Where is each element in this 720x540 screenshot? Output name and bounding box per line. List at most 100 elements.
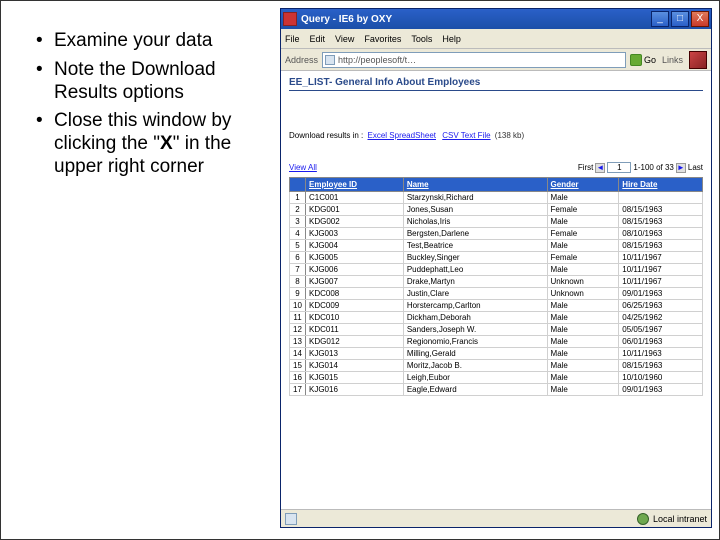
address-bar: Address http://peoplesoft/t… Go Links — [281, 49, 711, 71]
pager-last-label: Last — [688, 163, 703, 172]
cell-name: Regionomio,Francis — [403, 336, 547, 348]
pager-next-button[interactable]: ► — [676, 163, 686, 173]
cell-name: Starzynski,Richard — [403, 192, 547, 204]
col-employee-id[interactable]: Employee ID — [306, 178, 404, 192]
browser-window: Query - IE6 by OXY _ □ X File Edit View … — [280, 8, 712, 528]
cell-gender: Female — [547, 252, 619, 264]
cell-rownum: 3 — [290, 216, 306, 228]
cell-employee-id: KJG003 — [306, 228, 404, 240]
menu-file[interactable]: File — [285, 34, 300, 44]
pager-row: View All First ◄ 1 1-100 of 33 ► Last — [289, 162, 703, 173]
cell-rownum: 8 — [290, 276, 306, 288]
table-row: 4KJG003Bergsten,DarleneFemale08/10/1963 — [290, 228, 703, 240]
cell-hire-date: 08/15/1963 — [619, 204, 703, 216]
cell-gender: Unknown — [547, 288, 619, 300]
menubar: File Edit View Favorites Tools Help — [281, 29, 711, 49]
window-buttons: _ □ X — [651, 11, 709, 27]
table-row: 17KJG016Eagle,EdwardMale09/01/1963 — [290, 384, 703, 396]
table-row: 3KDG002Nicholas,IrisMale08/15/1963 — [290, 216, 703, 228]
cell-gender: Unknown — [547, 276, 619, 288]
cell-employee-id: KJG007 — [306, 276, 404, 288]
menu-tools[interactable]: Tools — [411, 34, 432, 44]
cell-rownum: 15 — [290, 360, 306, 372]
maximize-button[interactable]: □ — [671, 11, 689, 27]
cell-employee-id: KDC011 — [306, 324, 404, 336]
menu-help[interactable]: Help — [442, 34, 461, 44]
table-row: 1C1C001Starzynski,RichardMale — [290, 192, 703, 204]
table-row: 14KJG013Milling,GeraldMale10/11/1963 — [290, 348, 703, 360]
content-pane: EE_LIST- General Info About Employees Do… — [281, 71, 711, 509]
table-row: 2KDG001Jones,SusanFemale08/15/1963 — [290, 204, 703, 216]
cell-rownum: 7 — [290, 264, 306, 276]
download-link-excel[interactable]: Excel SpreadSheet — [368, 131, 437, 140]
cell-name: Puddephatt,Leo — [403, 264, 547, 276]
cell-gender: Male — [547, 324, 619, 336]
cell-gender: Female — [547, 204, 619, 216]
cell-employee-id: KDG001 — [306, 204, 404, 216]
pager-page-input[interactable]: 1 — [607, 162, 631, 173]
cell-hire-date: 08/15/1963 — [619, 240, 703, 252]
cell-employee-id: KJG006 — [306, 264, 404, 276]
cell-employee-id: KJG013 — [306, 348, 404, 360]
address-input[interactable]: http://peoplesoft/t… — [322, 52, 626, 68]
download-link-csv[interactable]: CSV Text File — [442, 131, 490, 140]
cell-hire-date: 10/11/1967 — [619, 276, 703, 288]
cell-gender: Male — [547, 336, 619, 348]
table-row: 11KDC010Dickham,DeborahMale04/25/1962 — [290, 312, 703, 324]
pager-prev-button[interactable]: ◄ — [595, 163, 605, 173]
cell-hire-date: 10/11/1967 — [619, 252, 703, 264]
table-row: 10KDC009Horstercamp,CarltonMale06/25/196… — [290, 300, 703, 312]
cell-rownum: 6 — [290, 252, 306, 264]
cell-gender: Male — [547, 240, 619, 252]
titlebar: Query - IE6 by OXY _ □ X — [281, 9, 711, 29]
instruction-item: Examine your data — [36, 30, 266, 53]
col-name[interactable]: Name — [403, 178, 547, 192]
cell-employee-id: KJG005 — [306, 252, 404, 264]
col-rownum — [290, 178, 306, 192]
cell-employee-id: KDC009 — [306, 300, 404, 312]
close-button[interactable]: X — [691, 11, 709, 27]
page-heading: EE_LIST- General Info About Employees — [289, 77, 703, 91]
cell-hire-date: 10/11/1963 — [619, 348, 703, 360]
cell-gender: Male — [547, 384, 619, 396]
table-row: 12KDC011Sanders,Joseph W.Male05/05/1967 — [290, 324, 703, 336]
table-row: 15KJG014Moritz,Jacob B.Male08/15/1963 — [290, 360, 703, 372]
cell-name: Drake,Martyn — [403, 276, 547, 288]
minimize-button[interactable]: _ — [651, 11, 669, 27]
cell-name: Milling,Gerald — [403, 348, 547, 360]
menu-view[interactable]: View — [335, 34, 354, 44]
cell-gender: Male — [547, 192, 619, 204]
cell-rownum: 13 — [290, 336, 306, 348]
menu-favorites[interactable]: Favorites — [364, 34, 401, 44]
go-button[interactable]: Go — [630, 54, 656, 66]
app-icon — [283, 12, 297, 26]
address-url: http://peoplesoft/t… — [338, 55, 416, 65]
status-zone: Local intranet — [653, 514, 707, 524]
view-all-link[interactable]: View All — [289, 163, 317, 172]
cell-rownum: 2 — [290, 204, 306, 216]
results-table: Employee ID Name Gender Hire Date 1C1C00… — [289, 177, 703, 396]
table-row: 13KDG012Regionomio,FrancisMale06/01/1963 — [290, 336, 703, 348]
cell-employee-id: KDC008 — [306, 288, 404, 300]
cell-hire-date: 05/05/1967 — [619, 324, 703, 336]
cell-hire-date: 09/01/1963 — [619, 288, 703, 300]
cell-hire-date: 08/10/1963 — [619, 228, 703, 240]
menu-edit[interactable]: Edit — [310, 34, 326, 44]
cell-rownum: 4 — [290, 228, 306, 240]
cell-name: Buckley,Singer — [403, 252, 547, 264]
address-label: Address — [285, 55, 318, 65]
download-prefix: Download results in : — [289, 131, 363, 140]
cell-name: Sanders,Joseph W. — [403, 324, 547, 336]
cell-rownum: 1 — [290, 192, 306, 204]
col-gender[interactable]: Gender — [547, 178, 619, 192]
throbber-icon — [689, 51, 707, 69]
cell-employee-id: KJG016 — [306, 384, 404, 396]
status-bar: Local intranet — [281, 509, 711, 527]
col-hire-date[interactable]: Hire Date — [619, 178, 703, 192]
cell-gender: Male — [547, 216, 619, 228]
cell-employee-id: C1C001 — [306, 192, 404, 204]
table-row: 5KJG004Test,BeatriceMale08/15/1963 — [290, 240, 703, 252]
window-title: Query - IE6 by OXY — [301, 14, 647, 25]
cell-hire-date: 09/01/1963 — [619, 384, 703, 396]
links-label[interactable]: Links — [660, 55, 685, 65]
